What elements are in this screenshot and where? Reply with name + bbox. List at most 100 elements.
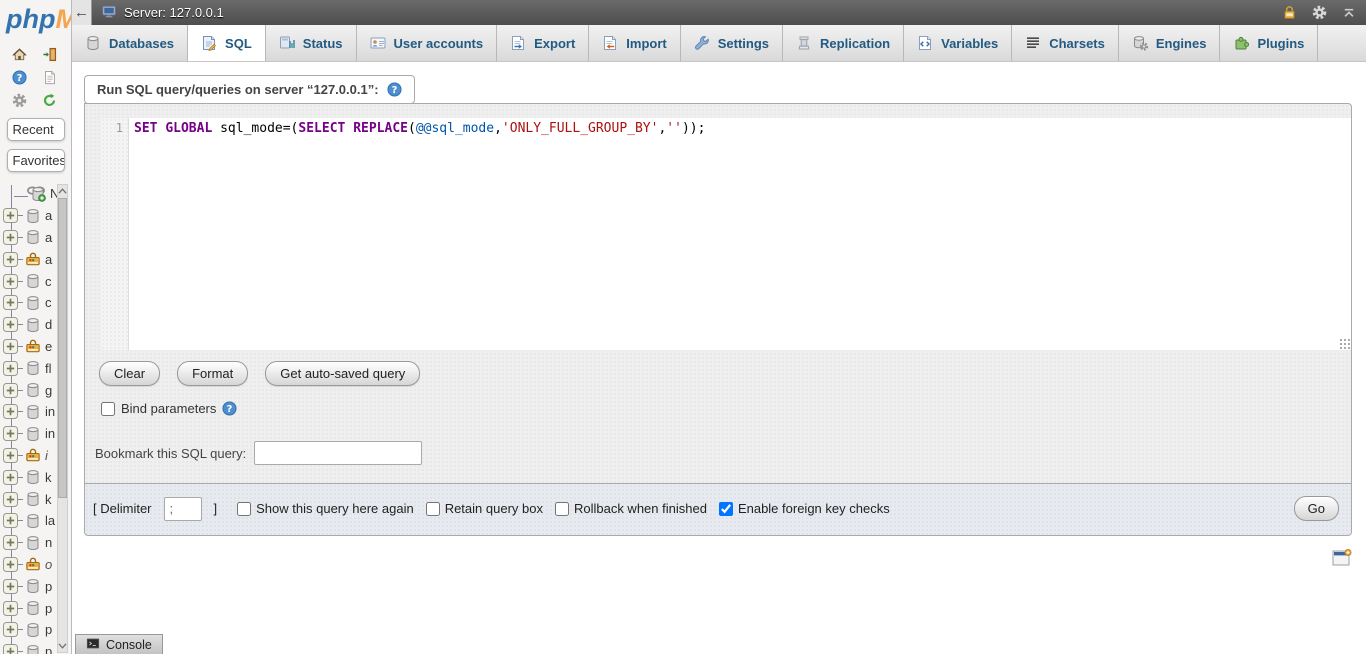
console-toggle[interactable]: Console [75,634,163,654]
tree-item-label[interactable]: o [45,557,52,572]
help-icon[interactable]: ? [387,82,402,97]
expand-plus-icon[interactable] [3,383,18,398]
expand-plus-icon[interactable] [3,470,18,485]
checkbox-label[interactable]: Rollback when finished [574,501,707,516]
settings-icon[interactable] [10,90,30,110]
tab-sql[interactable]: SQL [188,25,266,61]
documentation-icon[interactable] [40,67,60,87]
tree-item-label[interactable]: a [45,252,52,267]
help-icon[interactable]: ? [222,401,237,416]
sql-query-text[interactable]: SET GLOBAL sql_mode=(SELECT REPLACE(@@sq… [129,118,705,350]
tree-item-label[interactable]: e [45,339,52,354]
tree-item-c[interactable]: c [0,270,60,292]
tree-item-p[interactable]: p [0,597,60,619]
tree-item-n[interactable]: n [0,532,60,554]
expand-plus-icon[interactable] [3,557,18,572]
scrollbar-thumb[interactable] [58,198,67,498]
tree-item-in[interactable]: in [0,401,60,423]
checkbox-label[interactable]: Enable foreign key checks [738,501,890,516]
tree-item-label[interactable]: g [45,383,52,398]
tab-user-accounts[interactable]: User accounts [357,25,498,61]
tab-plugins[interactable]: Plugins [1220,25,1318,61]
tree-item-label[interactable]: n [45,535,52,550]
go-button[interactable]: Go [1294,496,1339,521]
tree-item-p[interactable]: p [0,641,60,654]
format-button[interactable]: Format [177,361,248,386]
tree-item-in[interactable]: in [0,423,60,445]
tree-item-p[interactable]: p [0,575,60,597]
tree-item-label[interactable]: fl [45,361,52,376]
tree-item-label[interactable]: c [45,295,52,310]
expand-plus-icon[interactable] [3,230,18,245]
ssl-lock-icon[interactable] [1282,5,1297,20]
tree-item-label[interactable]: p [45,579,52,594]
tree-item-label[interactable]: in [45,404,55,419]
expand-plus-icon[interactable] [3,295,18,310]
home-icon[interactable] [10,44,30,64]
clear-button[interactable]: Clear [99,361,160,386]
tree-item-a[interactable]: a [0,227,60,249]
tree-item-label[interactable]: a [45,230,52,245]
preferences-gear-icon[interactable] [1312,5,1327,20]
tab-status[interactable]: Status [266,25,357,61]
expand-plus-icon[interactable] [3,317,18,332]
sql-editor[interactable]: 1 SET GLOBAL sql_mode=(SELECT REPLACE(@@… [101,118,1351,350]
tree-item-k[interactable]: k [0,488,60,510]
help-icon[interactable]: ? [10,67,30,87]
tree-item-d[interactable]: d [0,314,60,336]
tab-databases[interactable]: Databases [72,25,188,61]
phpmyadmin-logo[interactable]: phpMyAdmin [0,0,71,40]
expand-plus-icon[interactable] [3,601,18,616]
tab-variables[interactable]: Variables [904,25,1012,61]
tab-engines[interactable]: Engines [1119,25,1221,61]
tree-item-la[interactable]: la [0,510,60,532]
tab-replication[interactable]: Replication [783,25,904,61]
tree-item-label[interactable]: p [45,601,52,616]
recent-dropdown[interactable]: Recent [7,118,65,141]
checkbox-label[interactable]: Retain query box [445,501,543,516]
checkbox[interactable] [426,502,440,516]
tree-item-e[interactable]: e [0,336,60,358]
tree-item-c[interactable]: c [0,292,60,314]
open-new-window-icon[interactable] [1332,548,1352,573]
expand-plus-icon[interactable] [3,252,18,267]
tree-item-fl[interactable]: fl [0,357,60,379]
refresh-icon[interactable] [40,90,60,110]
tab-charsets[interactable]: Charsets [1012,25,1119,61]
bookmark-input[interactable] [254,441,422,465]
sidebar-scrollbar[interactable] [57,184,68,653]
tree-item-label[interactable]: a [45,208,52,223]
tree-item-a[interactable]: a [0,248,60,270]
expand-plus-icon[interactable] [3,448,18,463]
expand-plus-icon[interactable] [3,426,18,441]
expand-plus-icon[interactable] [3,513,18,528]
tree-item-label[interactable]: c [45,274,52,289]
expand-plus-icon[interactable] [3,579,18,594]
tree-item-label[interactable]: p [45,644,52,654]
expand-plus-icon[interactable] [3,208,18,223]
collapse-navigation-button[interactable]: ← [72,0,92,25]
tree-item-i[interactable]: i [0,445,60,467]
expand-plus-icon[interactable] [3,492,18,507]
tree-item-label[interactable]: la [45,513,55,528]
editor-resize-grip[interactable] [1339,338,1350,349]
bind-parameters-checkbox[interactable] [101,402,115,416]
tree-item-p[interactable]: p [0,619,60,641]
tab-export[interactable]: Export [497,25,589,61]
tree-item-a[interactable]: a [0,205,60,227]
checkbox[interactable] [555,502,569,516]
checkbox-label[interactable]: Show this query here again [256,501,414,516]
expand-plus-icon[interactable] [3,535,18,550]
scroll-down-icon[interactable] [58,640,67,652]
expand-plus-icon[interactable] [3,339,18,354]
tree-item-label[interactable]: k [45,492,52,507]
tree-item-label[interactable]: d [45,317,52,332]
expand-plus-icon[interactable] [3,622,18,637]
checkbox[interactable] [719,502,733,516]
logout-icon[interactable] [40,44,60,64]
tree-item-n[interactable]: N [0,183,60,205]
checkbox[interactable] [237,502,251,516]
collapse-top-icon[interactable] [1342,6,1356,20]
tree-item-label[interactable]: i [45,448,48,463]
expand-plus-icon[interactable] [3,404,18,419]
